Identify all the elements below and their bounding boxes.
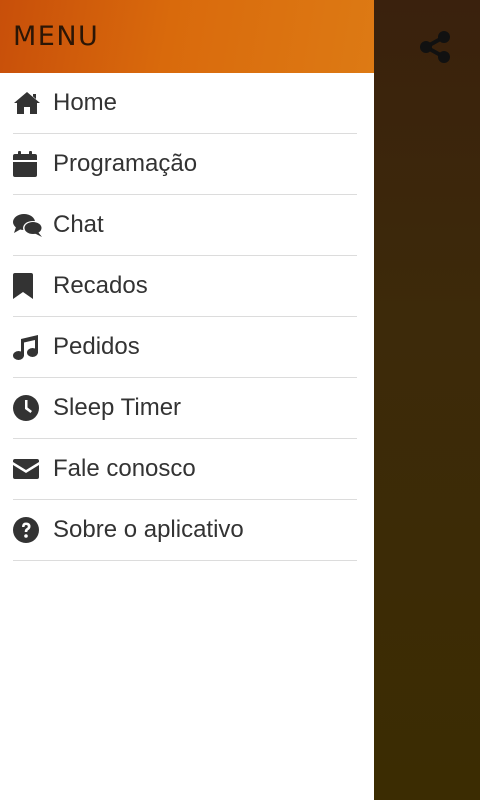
drawer-title: MENU — [13, 21, 100, 52]
menu-item-label: Home — [53, 89, 118, 116]
app-screen: MENU Home Programação Chat Recados Pedid… — [0, 0, 480, 800]
navigation-drawer: MENU Home Programação Chat Recados Pedid… — [0, 0, 374, 800]
envelope-icon — [13, 459, 43, 479]
menu-item-label: Programação — [53, 150, 198, 177]
menu-item-sleep-timer[interactable]: Sleep Timer — [13, 378, 357, 439]
menu-item-label: Fale conosco — [53, 455, 196, 482]
menu-item-label: Sleep Timer — [53, 394, 182, 421]
menu-item-chat[interactable]: Chat — [13, 195, 357, 256]
menu-item-label: Pedidos — [53, 333, 140, 360]
chat-bubbles-icon — [13, 213, 43, 237]
drawer-header: MENU — [0, 0, 374, 73]
calendar-icon — [13, 151, 43, 177]
menu-item-label: Chat — [53, 211, 104, 238]
clock-icon — [13, 395, 43, 421]
menu-item-programacao[interactable]: Programação — [13, 134, 357, 195]
menu-item-label: Sobre o aplicativo — [53, 516, 244, 543]
home-icon — [13, 91, 43, 115]
menu-item-fale-conosco[interactable]: Fale conosco — [13, 439, 357, 500]
menu-item-home[interactable]: Home — [13, 73, 357, 134]
music-note-icon — [13, 334, 43, 360]
menu-item-pedidos[interactable]: Pedidos — [13, 317, 357, 378]
menu-item-label: Recados — [53, 272, 148, 299]
bookmark-icon — [13, 273, 43, 299]
share-icon — [420, 31, 450, 63]
share-button[interactable] — [410, 22, 460, 72]
menu-list: Home Programação Chat Recados Pedidos Sl… — [0, 73, 374, 561]
menu-item-sobre[interactable]: Sobre o aplicativo — [13, 500, 357, 561]
menu-item-recados[interactable]: Recados — [13, 256, 357, 317]
question-circle-icon — [13, 517, 43, 543]
